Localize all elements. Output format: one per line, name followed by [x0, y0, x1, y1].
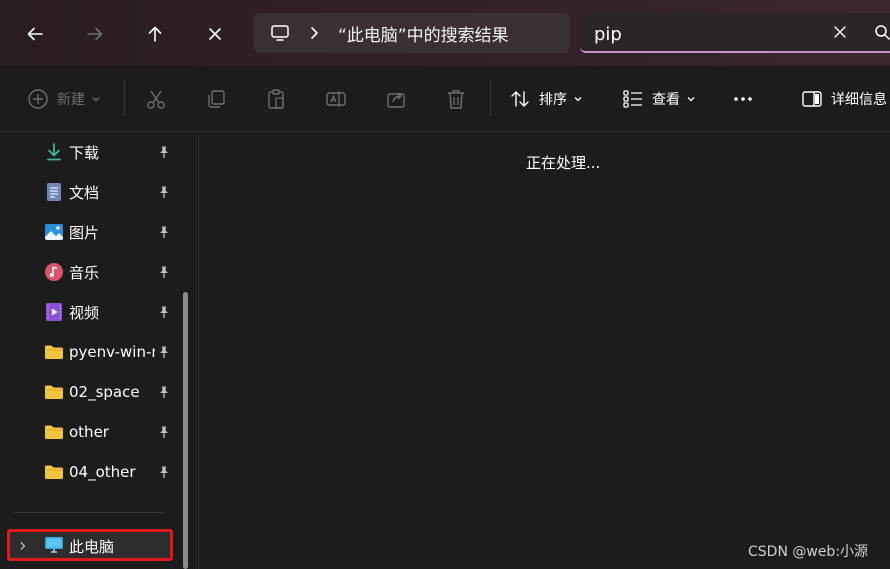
new-button[interactable]: 新建 [27, 66, 101, 131]
sidebar-item-other[interactable]: other [0, 415, 180, 449]
stop-button[interactable] [195, 15, 235, 53]
sort-icon [511, 90, 529, 107]
arrow-left-icon [27, 27, 43, 41]
sidebar-item-label: pyenv-win-master [69, 343, 155, 361]
view-list-icon [623, 89, 642, 108]
divider [124, 80, 125, 116]
details-label: 详细信息 [831, 91, 887, 108]
paste-button[interactable] [265, 66, 287, 131]
sidebar-item-label: 04_other [69, 463, 136, 481]
clear-search-icon[interactable] [832, 24, 848, 40]
share-icon [387, 92, 405, 108]
sidebar-item-04-other[interactable]: 04_other [0, 455, 180, 489]
breadcrumb[interactable]: “此电脑”中的搜索结果 [338, 21, 509, 46]
download-icon [44, 142, 64, 162]
pin-icon[interactable] [157, 225, 171, 239]
pin-icon[interactable] [157, 265, 171, 279]
navigation-pane: 下载 文档 图片 音乐 视频 pyenv-win-master [0, 132, 198, 569]
folder-icon [44, 422, 64, 442]
view-button[interactable]: 查看 [622, 66, 696, 131]
computer-icon [44, 536, 64, 554]
sidebar-item-music[interactable]: 音乐 [0, 255, 180, 289]
watermark: CSDN @web:小源 [748, 544, 869, 560]
chevron-right-icon[interactable] [308, 26, 320, 40]
address-bar[interactable]: “此电脑”中的搜索结果 [254, 13, 570, 53]
search-box[interactable] [580, 13, 890, 53]
sidebar-item-documents[interactable]: 文档 [0, 175, 180, 209]
pin-icon[interactable] [157, 385, 171, 399]
pin-icon[interactable] [157, 145, 171, 159]
video-icon [44, 302, 64, 322]
back-button[interactable] [15, 15, 55, 53]
sidebar-item-02-space[interactable]: 02_space [0, 375, 180, 409]
title-bar: “此电脑”中的搜索结果 [0, 0, 890, 66]
sidebar-scrollbar[interactable] [183, 292, 188, 569]
sidebar-item-downloads[interactable]: 下载 [0, 135, 180, 169]
monitor-icon [270, 23, 290, 43]
sidebar-item-label: other [69, 423, 109, 441]
forward-button[interactable] [75, 15, 115, 53]
rename-icon [326, 90, 346, 107]
command-bar: 新建 排序 查看 详细信息 [0, 66, 890, 132]
pictures-icon [44, 222, 64, 242]
clipboard-icon [268, 88, 284, 109]
sort-button[interactable]: 排序 [509, 66, 583, 131]
music-icon [44, 262, 64, 282]
copy-button[interactable] [205, 66, 227, 131]
pin-icon[interactable] [157, 425, 171, 439]
more-horizontal-icon [734, 96, 752, 101]
pin-icon[interactable] [157, 305, 171, 319]
document-icon [44, 182, 64, 202]
sidebar-item-label: 02_space [69, 383, 140, 401]
sidebar-item-label: 文档 [69, 183, 100, 202]
arrow-up-icon [148, 26, 162, 42]
details-pane-button[interactable]: 详细信息 [801, 66, 887, 131]
cut-button[interactable] [145, 66, 167, 131]
share-button[interactable] [385, 66, 407, 131]
arrow-right-icon [87, 27, 103, 41]
pin-icon[interactable] [157, 185, 171, 199]
sidebar-item-label: 此电脑 [69, 538, 115, 556]
chevron-down-icon [687, 96, 695, 101]
sidebar-item-pyenv-win-master[interactable]: pyenv-win-master [0, 335, 180, 369]
chevron-right-icon[interactable] [18, 541, 28, 551]
scissors-icon [147, 90, 165, 109]
delete-button[interactable] [445, 66, 467, 131]
sidebar-item-label: 图片 [69, 223, 100, 242]
pin-icon[interactable] [157, 345, 171, 359]
status-text: 正在处理... [526, 154, 601, 172]
sidebar-item-label: 音乐 [69, 263, 100, 282]
sort-label: 排序 [539, 91, 567, 108]
new-label: 新建 [57, 91, 85, 108]
trash-icon [448, 89, 464, 109]
pin-icon[interactable] [157, 465, 171, 479]
search-icon[interactable] [874, 24, 890, 40]
search-input[interactable] [592, 19, 816, 49]
divider [490, 80, 491, 116]
folder-icon [44, 462, 64, 482]
details-pane-icon [802, 90, 822, 107]
copy-icon [208, 89, 225, 108]
folder-icon [44, 342, 64, 362]
chevron-down-icon [92, 96, 100, 101]
plus-circle-icon [28, 88, 48, 109]
sidebar-item-videos[interactable]: 视频 [0, 295, 180, 329]
sidebar-divider [14, 512, 164, 513]
chevron-down-icon [574, 96, 582, 101]
sidebar-item-label: 下载 [69, 143, 100, 162]
view-label: 查看 [652, 91, 680, 108]
rename-button[interactable] [325, 66, 347, 131]
close-icon [209, 28, 221, 40]
more-options-button[interactable] [732, 66, 754, 131]
sidebar-item-this-pc[interactable]: 此电脑 [7, 529, 173, 561]
sidebar-item-pictures[interactable]: 图片 [0, 215, 180, 249]
up-button[interactable] [135, 15, 175, 53]
folder-icon [44, 382, 64, 402]
file-list-area[interactable]: 正在处理... CSDN @web:小源 [199, 132, 890, 569]
sidebar-item-label: 视频 [69, 303, 100, 322]
